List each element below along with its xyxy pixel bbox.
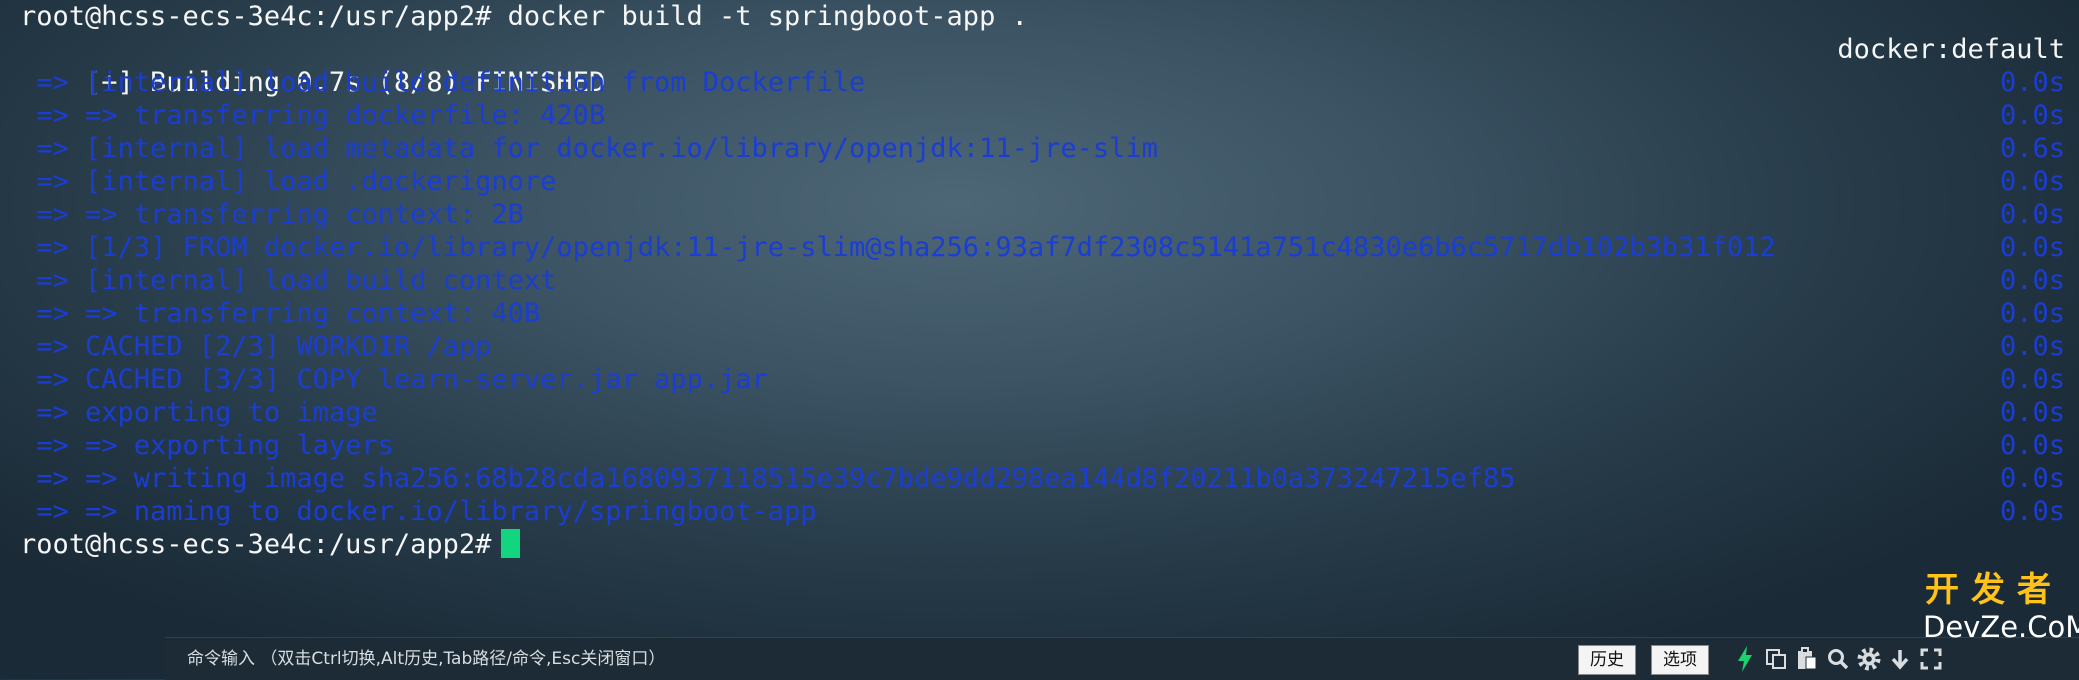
build-step: => => writing image sha256:68b28cda16809…	[20, 462, 2079, 495]
prompt-line[interactable]: root@hcss-ecs-3e4c:/usr/app2#	[20, 528, 2079, 561]
build-context: docker:default	[1837, 34, 2065, 65]
build-status-line: [+] Building 0.7s (8/8) FINISHED docker:…	[20, 33, 2079, 98]
paste-icon[interactable]	[1792, 644, 1822, 674]
history-button[interactable]: 历史	[1578, 645, 1636, 675]
gear-icon[interactable]	[1854, 644, 1884, 674]
build-step-text: => CACHED [2/3] WORKDIR /app	[20, 331, 492, 362]
build-step-text: => => naming to docker.io/library/spring…	[20, 496, 817, 527]
build-step-time: 0.0s	[1999, 199, 2065, 230]
build-step: => => transferring dockerfile: 420B 0.0s	[20, 99, 2079, 132]
command-input-hint[interactable]: 命令输入 （双击Ctrl切换,Alt历史,Tab路径/命令,Esc关闭窗口）	[187, 638, 665, 680]
build-step-text: => [internal] load metadata for docker.i…	[20, 133, 1158, 164]
build-step-text: => => exporting layers	[20, 430, 394, 461]
build-step-text: => CACHED [3/3] COPY learn-server.jar ap…	[20, 364, 768, 395]
terminal-output[interactable]: root@hcss-ecs-3e4c:/usr/app2# docker bui…	[20, 0, 2079, 561]
build-step-time: 0.0s	[1999, 364, 2065, 395]
options-button[interactable]: 选项	[1651, 645, 1709, 675]
build-step-text: => [internal] load build context	[20, 265, 557, 296]
expand-icon[interactable]	[1916, 644, 1946, 674]
build-step: => [1/3] FROM docker.io/library/openjdk:…	[20, 231, 2079, 264]
watermark-logo: 开发者 DevZe.CoM	[1923, 570, 2079, 644]
search-icon[interactable]	[1823, 644, 1853, 674]
build-step-time: 0.0s	[1999, 397, 2065, 428]
watermark-bottom: DevZe.CoM	[1923, 610, 2079, 644]
build-step-time: 0.0s	[1999, 463, 2065, 494]
build-step: => => naming to docker.io/library/spring…	[20, 495, 2079, 528]
toolbar-icons	[1730, 644, 1947, 674]
build-step: => [internal] load build context 0.0s	[20, 264, 2079, 297]
build-step: => => exporting layers 0.0s	[20, 429, 2079, 462]
copy-icon[interactable]	[1761, 644, 1791, 674]
build-step: => [internal] load .dockerignore 0.0s	[20, 165, 2079, 198]
build-step-text: => => transferring dockerfile: 420B	[20, 100, 606, 131]
build-step-text: => => transferring context: 40B	[20, 298, 541, 329]
build-step: => => transferring context: 40B 0.0s	[20, 297, 2079, 330]
build-step-text: => => transferring context: 2B	[20, 199, 524, 230]
build-step-time: 0.0s	[1999, 298, 2065, 329]
build-step-text: => [1/3] FROM docker.io/library/openjdk:…	[20, 232, 1776, 263]
build-step-text: => [internal] load build definition from…	[20, 67, 866, 98]
build-step-text: => [internal] load .dockerignore	[20, 166, 557, 197]
build-step: => [internal] load metadata for docker.i…	[20, 132, 2079, 165]
build-step-time: 0.6s	[1999, 133, 2065, 164]
build-step: => CACHED [2/3] WORKDIR /app 0.0s	[20, 330, 2079, 363]
build-step-time: 0.0s	[1999, 496, 2065, 527]
command-line: root@hcss-ecs-3e4c:/usr/app2# docker bui…	[20, 1, 1028, 32]
lightning-icon[interactable]	[1730, 644, 1760, 674]
build-step: => => transferring context: 2B 0.0s	[20, 198, 2079, 231]
build-step-time: 0.0s	[1999, 100, 2065, 131]
build-step-time: 0.0s	[1999, 166, 2065, 197]
build-step-time: 0.0s	[1999, 430, 2065, 461]
command-input-bar[interactable]: 命令输入 （双击Ctrl切换,Alt历史,Tab路径/命令,Esc关闭窗口） 历…	[165, 637, 2079, 680]
terminal-cursor	[501, 529, 521, 558]
download-icon[interactable]	[1885, 644, 1915, 674]
build-step: => [internal] load build definition from…	[20, 66, 2079, 99]
shell-prompt: root@hcss-ecs-3e4c:/usr/app2#	[20, 529, 492, 560]
build-step-text: => => writing image sha256:68b28cda16809…	[20, 463, 1516, 494]
build-step-time: 0.0s	[1999, 67, 2065, 98]
build-step: => CACHED [3/3] COPY learn-server.jar ap…	[20, 363, 2079, 396]
build-step-time: 0.0s	[1999, 265, 2065, 296]
build-step-time: 0.0s	[1999, 232, 2065, 263]
build-step-time: 0.0s	[1999, 331, 2065, 362]
build-step-text: => exporting to image	[20, 397, 378, 428]
build-step: => exporting to image 0.0s	[20, 396, 2079, 429]
watermark-top: 开发者	[1925, 570, 2063, 610]
